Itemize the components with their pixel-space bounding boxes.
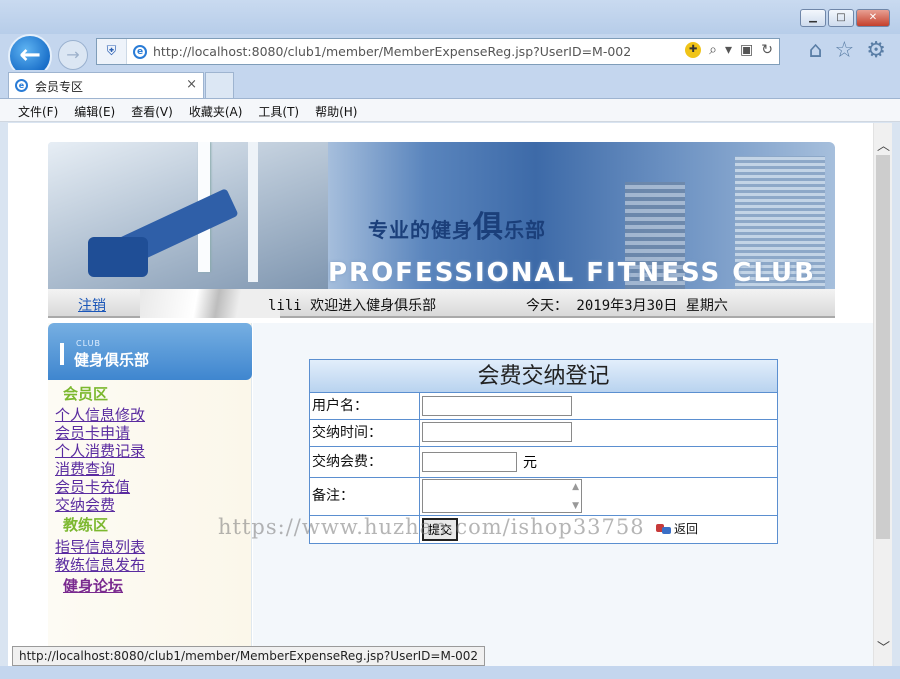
watermark-text: https://www.huzhan.com/ishop33758 — [218, 515, 645, 539]
remark-cell: ▲ ▼ — [420, 478, 777, 515]
fee-input[interactable] — [422, 452, 517, 472]
back-label: 返回 — [674, 522, 699, 536]
menu-edit[interactable]: 编辑(E) — [66, 99, 123, 121]
sidebar: CLUB 健身俱乐部 会员区 个人信息修改 会员卡申请 个人消费记录 消费查询 … — [48, 323, 252, 666]
form-row-time: 交纳时间： — [310, 420, 777, 447]
address-actions: ✚ ⌕ ▾ ▣ ↻ — [685, 42, 773, 58]
close-window-button[interactable]: ✕ — [856, 9, 890, 27]
today-date: 今天： 2019年3月30日 星期六 — [526, 298, 728, 314]
tab-close-icon[interactable]: × — [186, 77, 197, 92]
status-url: http://localhost:8080/club1/member/Membe… — [12, 646, 486, 666]
banner-subtitle: PROFESSIONAL FITNESS CLUB — [328, 258, 816, 288]
slogan-text: 专业的健身 — [368, 218, 473, 242]
gym-photo — [48, 142, 328, 289]
remark-label: 备注： — [310, 478, 420, 515]
tab-row: e 会员专区 × — [0, 70, 900, 98]
dropdown-arrow-icon[interactable]: ▾ — [725, 42, 732, 58]
form-row-fee: 交纳会费： 元 — [310, 447, 777, 478]
address-bar[interactable]: ⛨ e http://localhost:8080/club1/member/M… — [96, 38, 780, 65]
new-tab-button[interactable] — [205, 72, 234, 98]
time-label: 交纳时间： — [310, 420, 420, 446]
banner-slogan: 专业的健身俱乐部 — [368, 202, 546, 246]
sidebar-header: CLUB 健身俱乐部 — [48, 323, 252, 380]
username-label: 用户名： — [310, 393, 420, 419]
gear-icon[interactable]: ⚙ — [866, 38, 886, 63]
forward-button[interactable]: → — [58, 40, 88, 70]
scroll-up-icon[interactable]: ▲ — [572, 482, 579, 492]
sidebar-club-name: 健身俱乐部 — [74, 351, 150, 369]
username-input[interactable] — [422, 396, 572, 416]
fee-cell: 元 — [420, 447, 777, 473]
scroll-down-arrow-icon[interactable]: ﹀ — [877, 637, 890, 656]
return-icon — [656, 522, 672, 536]
refresh-icon[interactable]: ↻ — [761, 42, 773, 58]
ie-page-icon: e — [133, 45, 147, 59]
remark-textarea[interactable]: ▲ ▼ — [422, 479, 582, 513]
page-viewport: 专业的健身俱乐部 PROFESSIONAL FITNESS CLUB 注销 li… — [8, 123, 873, 666]
address-url[interactable]: http://localhost:8080/club1/member/Membe… — [153, 44, 631, 59]
tab-title: 会员专区 — [35, 80, 84, 94]
fee-label: 交纳会费： — [310, 447, 420, 477]
favorites-star-icon[interactable]: ☆ — [835, 38, 855, 63]
shield-icon[interactable]: ⛨ — [97, 39, 127, 64]
window-bottom-frame — [0, 666, 900, 679]
vertical-scrollbar[interactable]: ︿ ﹀ — [873, 123, 892, 666]
form-row-remark: 备注： ▲ ▼ — [310, 478, 777, 516]
bar-divider — [140, 289, 280, 318]
scroll-down-icon[interactable]: ▼ — [572, 501, 579, 511]
gym-seat — [88, 237, 148, 277]
ie-tab-icon: e — [15, 79, 28, 92]
browser-toolbar: ⌂ ☆ ⚙ — [809, 38, 886, 63]
search-icon[interactable]: ⌕ — [709, 42, 717, 58]
form-row-username: 用户名： — [310, 393, 777, 420]
maximize-button[interactable]: □ — [828, 9, 854, 27]
rss-icon[interactable]: ▣ — [740, 42, 753, 58]
time-cell — [420, 420, 777, 446]
sidebar-club-small: CLUB — [76, 339, 101, 348]
scroll-thumb[interactable] — [876, 155, 890, 539]
tab-member-area[interactable]: e 会员专区 × — [8, 72, 204, 98]
minimize-button[interactable]: ▁ — [800, 9, 826, 27]
sidebar-link-coach-publish[interactable]: 教练信息发布 — [55, 554, 145, 575]
member-section-title: 会员区 — [63, 385, 109, 403]
logout-link[interactable]: 注销 — [78, 295, 106, 315]
gym-rack — [248, 142, 258, 282]
compatibility-icon[interactable]: ✚ — [685, 42, 702, 58]
menu-file[interactable]: 文件(F) — [10, 99, 66, 121]
coach-section-title: 教练区 — [63, 516, 109, 534]
main-content: 会费交纳登记 用户名： 交纳时间： 交纳会费： 元 备注： ▲ ▼ 提交 返回 — [253, 323, 873, 666]
form-title: 会费交纳登记 — [310, 360, 777, 393]
window-titlebar: ▁ □ ✕ — [0, 0, 900, 34]
menu-bar: 文件(F) 编辑(E) 查看(V) 收藏夹(A) 工具(T) 帮助(H) — [0, 98, 900, 122]
menu-help[interactable]: 帮助(H) — [307, 99, 365, 121]
back-link[interactable]: 返回 — [656, 520, 698, 537]
welcome-bar: 注销 lili 欢迎进入健身俱乐部 今天： 2019年3月30日 星期六 — [48, 289, 835, 318]
slogan-text-end: 乐部 — [504, 218, 546, 242]
header-accent-bar — [60, 343, 64, 365]
menu-view[interactable]: 查看(V) — [123, 99, 181, 121]
scroll-up-arrow-icon[interactable]: ︿ — [877, 135, 890, 154]
site-banner: 专业的健身俱乐部 PROFESSIONAL FITNESS CLUB — [48, 142, 835, 289]
time-input[interactable] — [422, 422, 572, 442]
window-controls: ▁ □ ✕ — [800, 9, 890, 27]
fee-unit: 元 — [523, 455, 537, 471]
home-icon[interactable]: ⌂ — [809, 38, 823, 63]
username-cell — [420, 393, 777, 419]
menu-favorites[interactable]: 收藏夹(A) — [181, 99, 251, 121]
sidebar-link-forum[interactable]: 健身论坛 — [63, 575, 123, 596]
welcome-text: lili 欢迎进入健身俱乐部 — [268, 298, 437, 314]
navigation-row: ← → ⛨ e http://localhost:8080/club1/memb… — [0, 34, 900, 78]
menu-tools[interactable]: 工具(T) — [250, 99, 307, 121]
return-icon-part — [662, 526, 671, 534]
slogan-big-char: 俱 — [473, 210, 504, 245]
sidebar-link-pay-fee[interactable]: 交纳会费 — [55, 494, 115, 515]
